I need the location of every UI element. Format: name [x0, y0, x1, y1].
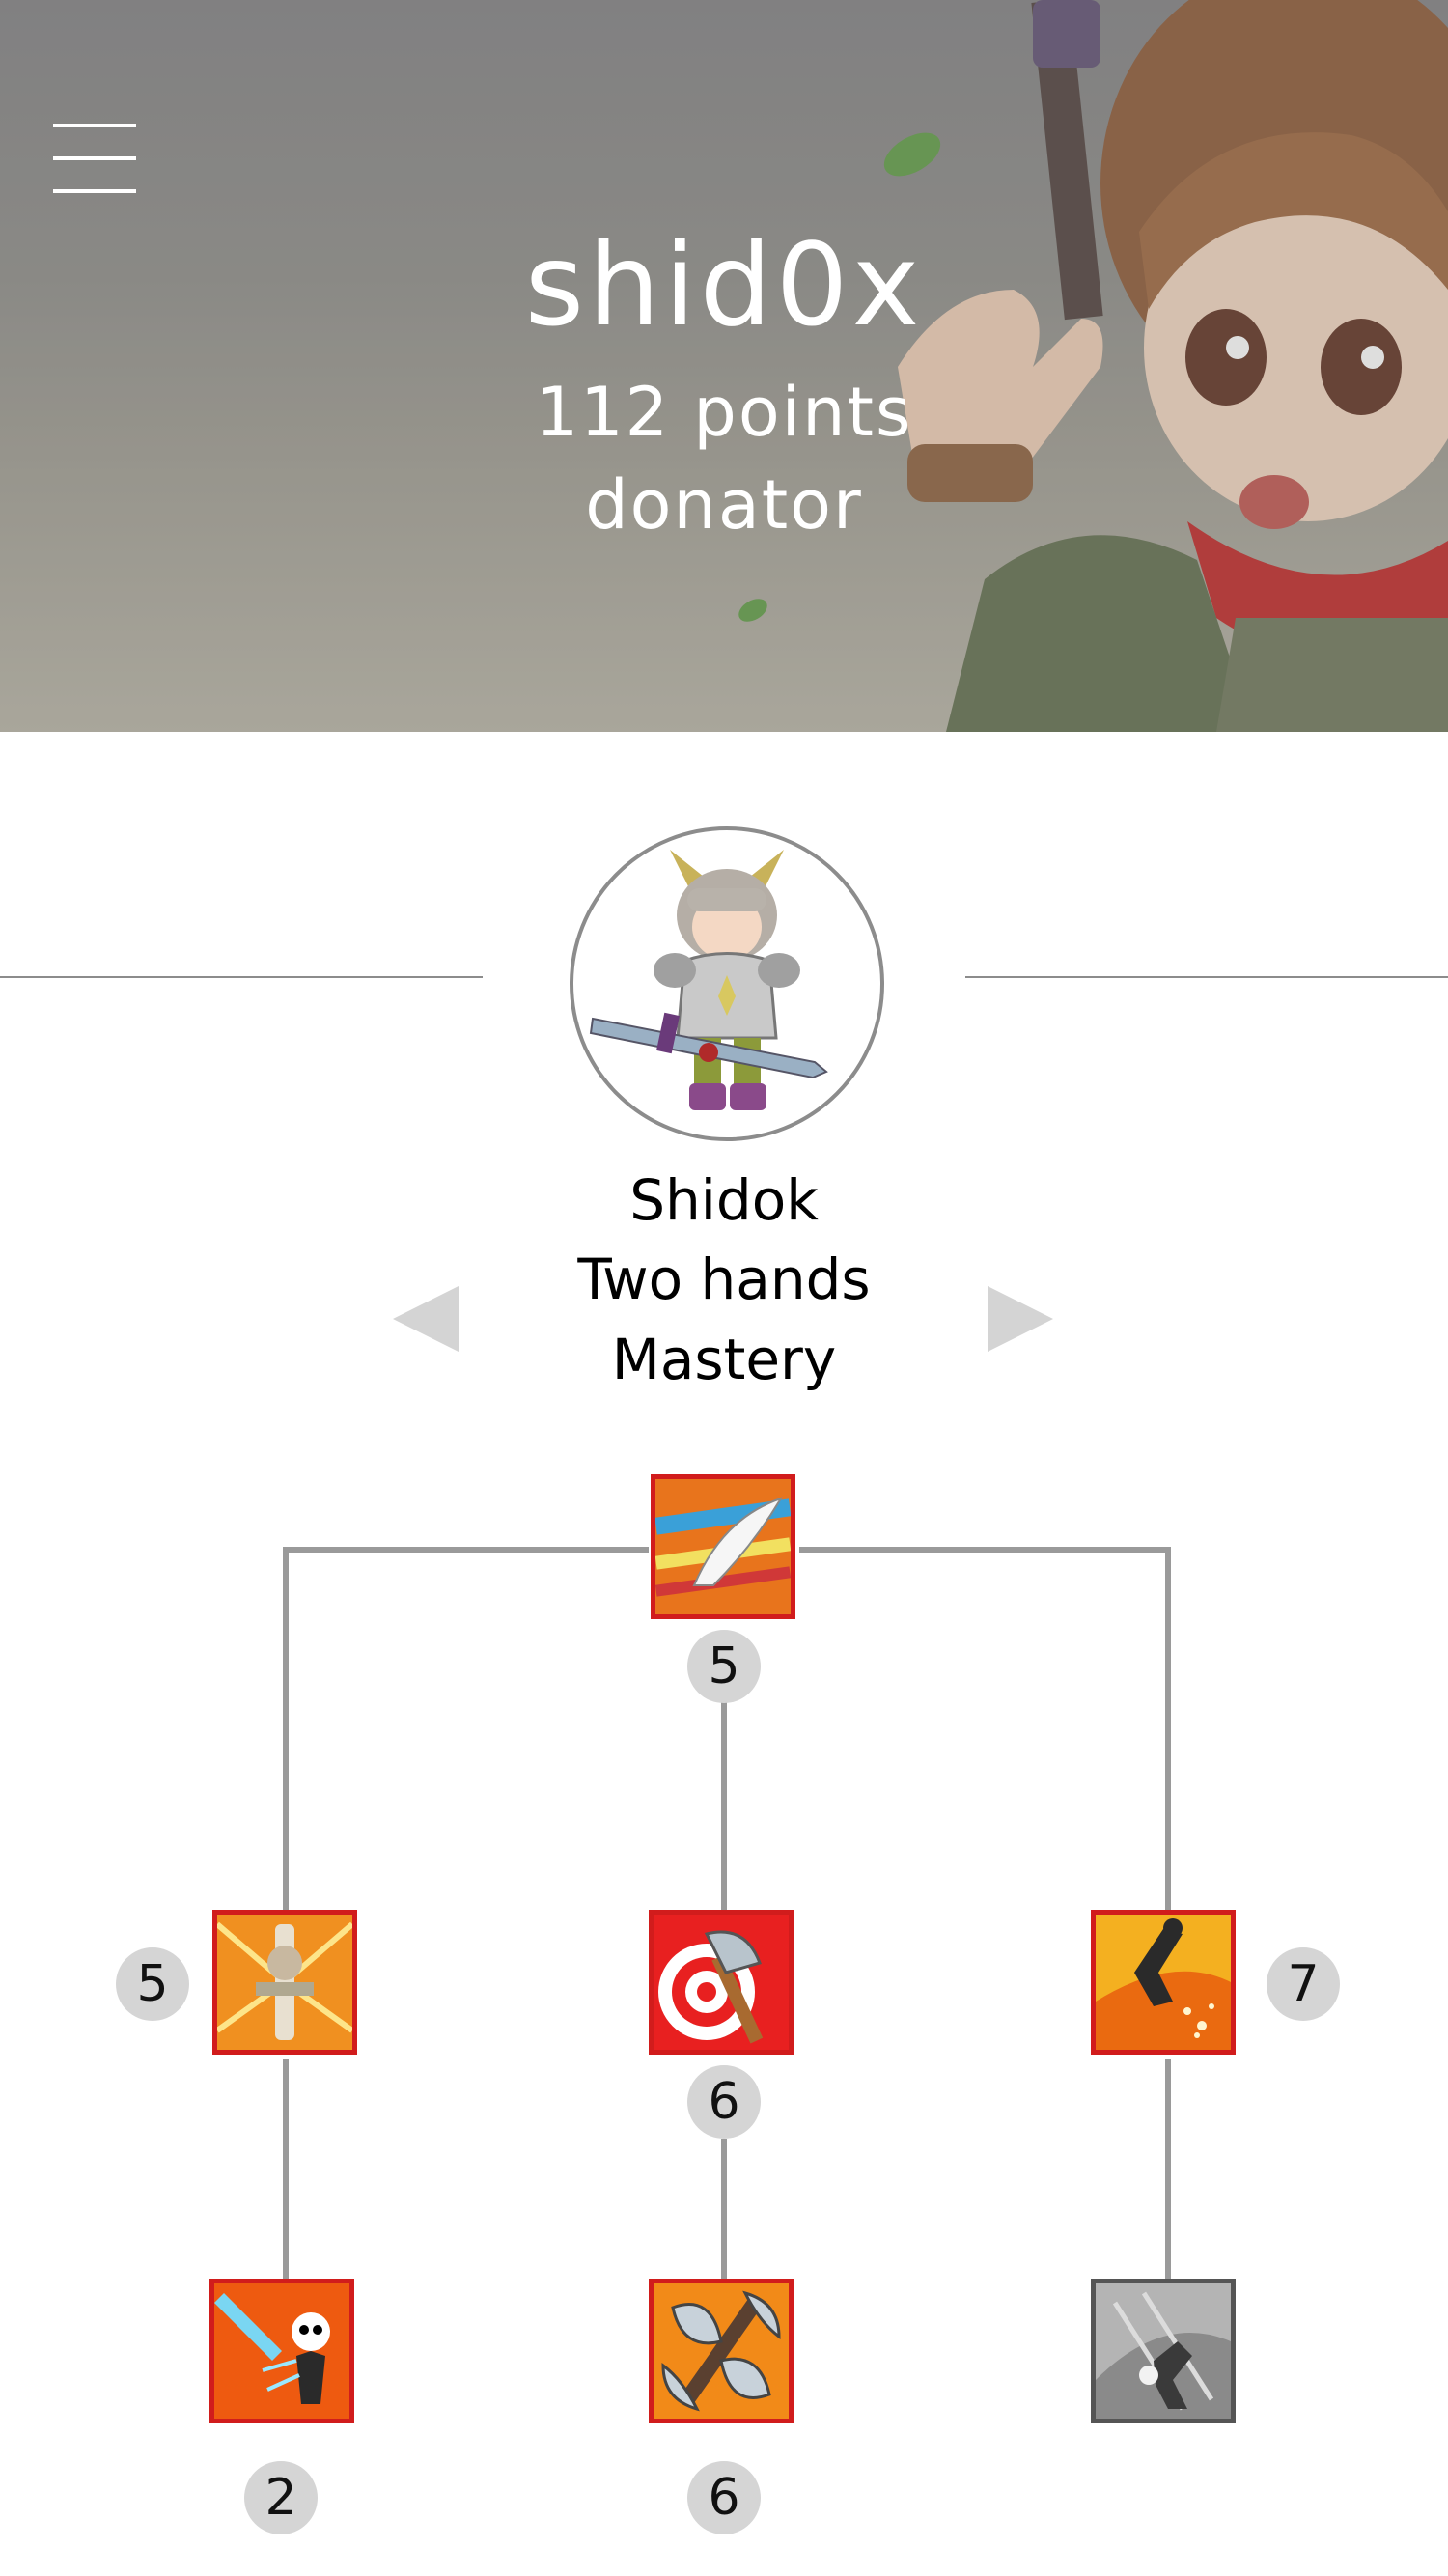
- skill-tree-connectors: [283, 1547, 1171, 2279]
- slash-skill-icon: [655, 1479, 791, 1614]
- skill-mid-right-level: 7: [1267, 1947, 1340, 2021]
- leap-strike-skill-icon: [1096, 1915, 1231, 2050]
- axe-target-skill-icon: [654, 1915, 789, 2050]
- skill-mid-center[interactable]: [649, 1910, 794, 2055]
- skill-mid-left-level: 5: [116, 1947, 189, 2021]
- skill-bottom-left[interactable]: [209, 2279, 354, 2423]
- warrior-aura-skill-icon: [217, 1915, 352, 2050]
- skill-bottom-center[interactable]: [649, 2279, 794, 2423]
- double-axe-skill-icon: [654, 2283, 789, 2419]
- skill-bottom-left-level: 2: [244, 2461, 318, 2534]
- skill-bottom-right-locked[interactable]: [1091, 2279, 1236, 2423]
- skill-bottom-center-level: 6: [687, 2461, 761, 2534]
- skill-mid-center-level: 6: [687, 2065, 761, 2139]
- skill-top-level: 5: [687, 1630, 761, 1703]
- skull-strike-skill-icon: [214, 2283, 349, 2419]
- skill-mid-right[interactable]: [1091, 1910, 1236, 2055]
- skill-mid-left[interactable]: [212, 1910, 357, 2055]
- skill-top[interactable]: [651, 1474, 795, 1619]
- locked-charge-skill-icon: [1096, 2283, 1231, 2419]
